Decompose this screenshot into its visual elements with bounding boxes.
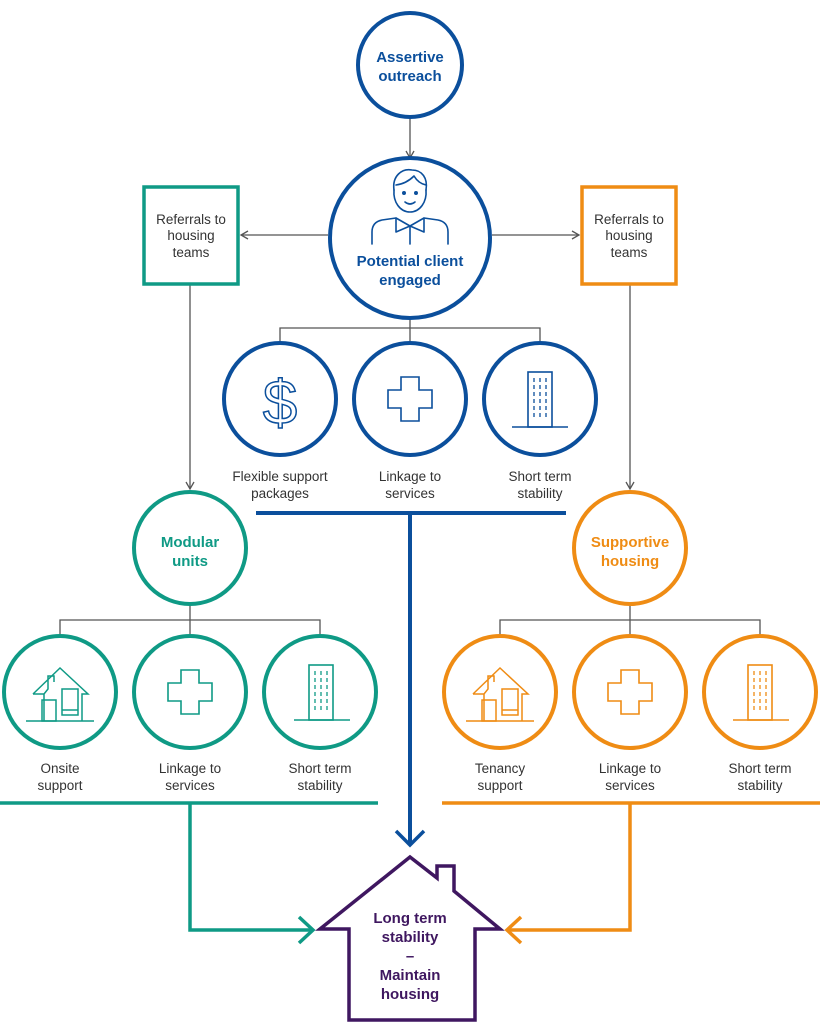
tree-connector-center	[279, 318, 541, 343]
node-label-line: housing	[601, 553, 659, 570]
service-label-line: Tenancy	[475, 761, 526, 776]
node-label-line: Supportive	[591, 534, 669, 551]
service-circle	[352, 341, 468, 457]
service-label-line: Short term	[728, 761, 791, 776]
service-label-line: services	[605, 778, 655, 793]
box-label-line: Referrals to	[156, 212, 226, 227]
node-potential-client: Potential client engaged	[328, 156, 492, 320]
service-label-line: support	[477, 778, 522, 793]
outcome-house: Long term stability – Maintain housing	[315, 854, 505, 1022]
node-label-line: engaged	[379, 272, 441, 289]
tree-connector-right	[499, 605, 761, 635]
service-label-line: services	[165, 778, 215, 793]
service-label-line: Linkage to	[379, 469, 441, 484]
service-label-line: packages	[251, 486, 309, 501]
tree-connector-left	[59, 605, 321, 635]
service-label-line: stability	[297, 778, 342, 793]
right-service-linkage: Linkage to services	[572, 634, 688, 793]
box-label-line: teams	[611, 245, 648, 260]
service-label-line: Short term	[508, 469, 571, 484]
dollar-icon: $	[263, 369, 297, 438]
referral-box-left: Referrals to housing teams	[142, 185, 240, 286]
service-circle	[262, 634, 378, 750]
node-label-line: outreach	[378, 68, 441, 85]
orange-line-to-outcome	[508, 803, 632, 932]
node-assertive-outreach: Assertive outreach	[356, 11, 464, 119]
right-service-tenancy-support: Tenancy support	[442, 634, 558, 793]
service-label-line: Linkage to	[599, 761, 661, 776]
service-circle	[442, 634, 558, 750]
right-service-short-term: Short term stability	[702, 634, 818, 793]
left-service-short-term: Short term stability	[262, 634, 378, 793]
left-service-onsite-support: Onsite support	[2, 634, 118, 793]
outcome-label-line: Long term	[373, 910, 446, 927]
node-label-line: Modular	[161, 534, 219, 551]
box-label-line: housing	[167, 228, 214, 243]
outcome-label-line: Maintain	[380, 967, 441, 984]
service-label-line: Short term	[288, 761, 351, 776]
service-label-line: stability	[517, 486, 562, 501]
housing-pathway-diagram: Assertive outreach Potential client enga…	[0, 11, 820, 1022]
service-label-line: Flexible support	[232, 469, 328, 484]
center-service-linkage: Linkage to services	[352, 341, 468, 501]
teal-flow	[0, 801, 378, 945]
referral-box-right: Referrals to housing teams	[580, 185, 678, 286]
service-circle	[132, 634, 248, 750]
outcome-label-line: –	[406, 948, 414, 965]
teal-line-to-outcome	[188, 803, 312, 932]
node-modular-units: Modular units	[132, 490, 248, 606]
node-label-line: Potential client	[357, 253, 464, 270]
service-label-line: services	[385, 486, 435, 501]
center-service-flexible-support: $ Flexible support packages	[222, 341, 338, 501]
service-label-line: support	[37, 778, 82, 793]
node-supportive-housing: Supportive housing	[572, 490, 688, 606]
left-service-linkage: Linkage to services	[132, 634, 248, 793]
orange-flow	[442, 801, 820, 945]
outcome-label-line: housing	[381, 986, 439, 1003]
box-label-line: housing	[605, 228, 652, 243]
box-label-line: Referrals to	[594, 212, 664, 227]
service-label-line: Linkage to	[159, 761, 221, 776]
node-label-line: Assertive	[376, 49, 444, 66]
service-circle	[572, 634, 688, 750]
outcome-label-line: stability	[382, 929, 439, 946]
node-label-line: units	[172, 553, 208, 570]
service-circle	[2, 634, 118, 750]
service-label-line: Onsite	[40, 761, 79, 776]
box-label-line: teams	[173, 245, 210, 260]
service-label-line: stability	[737, 778, 782, 793]
center-service-short-term: Short term stability	[482, 341, 598, 501]
